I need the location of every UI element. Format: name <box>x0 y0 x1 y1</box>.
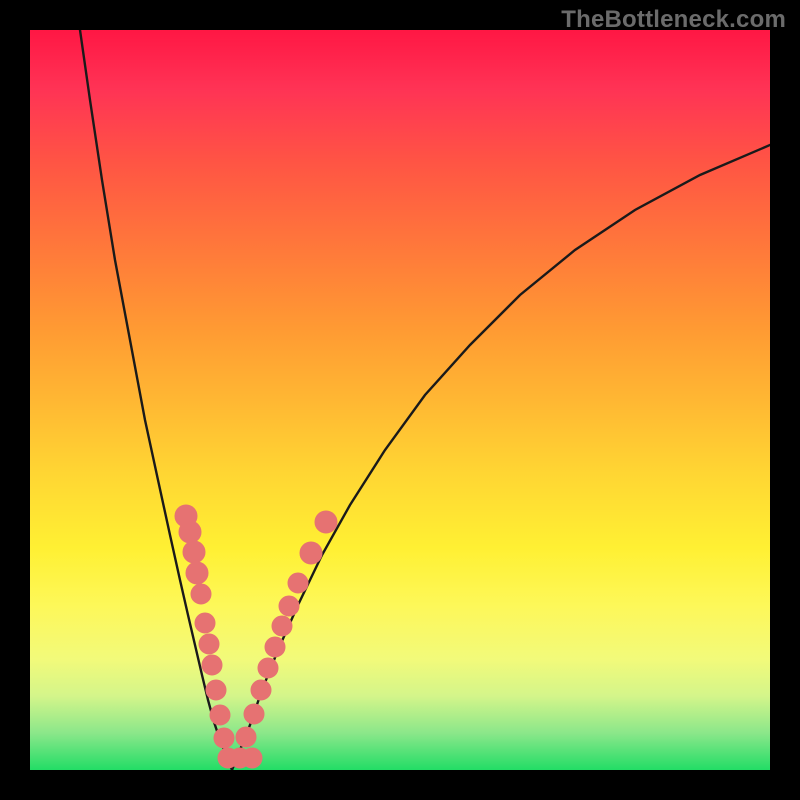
curve-marker <box>210 705 230 725</box>
curve-markers <box>175 505 337 768</box>
curve-marker <box>315 511 337 533</box>
curve-marker <box>179 521 201 543</box>
plot-area <box>30 30 770 770</box>
chart-frame: TheBottleneck.com <box>0 0 800 800</box>
curve-marker <box>279 596 299 616</box>
curve-marker <box>258 658 278 678</box>
curve-marker <box>214 728 234 748</box>
curve-marker <box>186 562 208 584</box>
curve-marker <box>191 584 211 604</box>
curve-marker <box>242 748 262 768</box>
curve-marker <box>244 704 264 724</box>
curve-marker <box>183 541 205 563</box>
curve-marker <box>288 573 308 593</box>
curve-right-branch <box>232 145 770 770</box>
curve-marker <box>236 727 256 747</box>
curve-marker <box>199 634 219 654</box>
curve-marker <box>272 616 292 636</box>
curve-marker <box>202 655 222 675</box>
curve-marker <box>206 680 226 700</box>
curve-marker <box>251 680 271 700</box>
curve-marker <box>300 542 322 564</box>
curve-layer <box>30 30 770 770</box>
curve-marker <box>195 613 215 633</box>
curve-marker <box>265 637 285 657</box>
